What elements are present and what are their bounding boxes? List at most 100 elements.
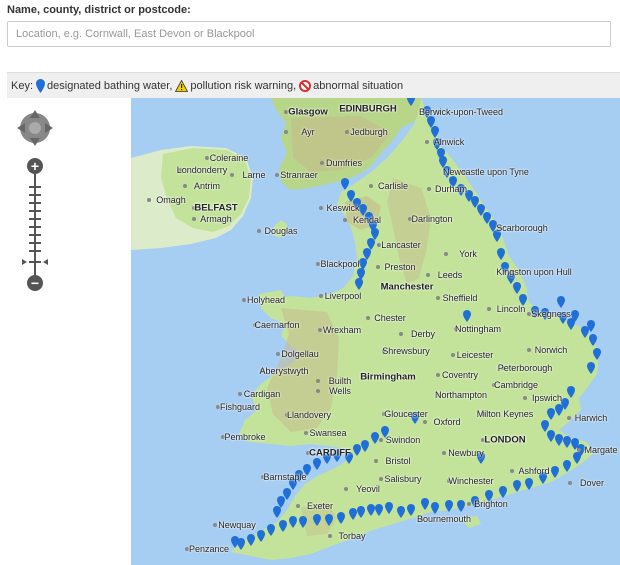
place-label: Oxford bbox=[433, 417, 461, 427]
zoom-tick bbox=[29, 234, 41, 236]
place-dot bbox=[316, 379, 320, 383]
location-search-input[interactable] bbox=[7, 21, 611, 47]
bathing-water-pin-icon[interactable] bbox=[353, 444, 361, 456]
zoom-tick bbox=[29, 218, 41, 220]
place-label: Preston bbox=[384, 262, 416, 272]
zoom-slider-handle[interactable] bbox=[22, 257, 48, 267]
bathing-water-pin-icon[interactable] bbox=[231, 536, 239, 548]
place-label: Bournemouth bbox=[416, 514, 472, 524]
zoom-tick bbox=[29, 250, 41, 252]
bathing-water-pin-icon[interactable] bbox=[313, 458, 321, 470]
map-key: Key: designated bathing water, pollution… bbox=[7, 72, 620, 98]
bathing-water-pin-icon[interactable] bbox=[571, 310, 579, 322]
bathing-water-pin-icon[interactable] bbox=[325, 514, 333, 526]
bathing-water-pin-icon[interactable] bbox=[457, 500, 465, 512]
place-dot bbox=[320, 161, 324, 165]
place-label: EDINBURGH bbox=[339, 103, 397, 115]
place-label: CARDIFF bbox=[309, 447, 351, 459]
bathing-water-pin-icon[interactable] bbox=[407, 98, 415, 106]
place-label: Scarborough bbox=[496, 223, 548, 233]
bathing-water-pin-icon[interactable] bbox=[547, 430, 555, 442]
bathing-water-pin-icon[interactable] bbox=[385, 502, 393, 514]
place-label: Fishguard bbox=[219, 402, 261, 412]
bathing-water-pin-icon[interactable] bbox=[555, 404, 563, 416]
place-dot bbox=[366, 316, 370, 320]
bathing-water-pin-icon[interactable] bbox=[587, 362, 595, 374]
bathing-water-pin-icon[interactable] bbox=[497, 248, 505, 260]
bathing-water-pin-icon[interactable] bbox=[563, 436, 571, 448]
place-label: Wells bbox=[329, 386, 351, 396]
bathing-water-pin-icon[interactable] bbox=[513, 282, 521, 294]
map-area[interactable]: EDINBURGH Berwick-upon-Tweed Glasgow Ayr Jed… bbox=[131, 98, 620, 565]
bathing-water-pin-icon[interactable] bbox=[367, 504, 375, 516]
place-dot bbox=[527, 348, 531, 352]
place-label: York bbox=[459, 249, 477, 259]
bathing-water-pin-icon[interactable] bbox=[407, 504, 415, 516]
bathing-water-pin-icon[interactable] bbox=[397, 506, 405, 518]
place-label: Alnwick bbox=[433, 137, 465, 147]
place-label: Exeter bbox=[306, 501, 334, 511]
bathing-water-pin-icon[interactable] bbox=[257, 530, 265, 542]
bathing-water-pin-icon[interactable] bbox=[573, 452, 581, 464]
bathing-water-pin-icon[interactable] bbox=[349, 508, 357, 520]
place-dot bbox=[567, 416, 571, 420]
bathing-water-pin-icon[interactable] bbox=[371, 432, 379, 444]
bathing-water-pin-icon[interactable] bbox=[361, 440, 369, 452]
place-label: Cambridge bbox=[493, 380, 539, 390]
place-dot bbox=[577, 448, 581, 452]
place-label: Wrexham bbox=[322, 325, 362, 335]
place-dot bbox=[425, 140, 429, 144]
place-label: Swindon bbox=[385, 435, 421, 445]
place-label: Birmingham bbox=[360, 371, 416, 383]
bathing-water-pin-icon[interactable] bbox=[355, 278, 363, 290]
bathing-water-pin-icon[interactable] bbox=[421, 498, 429, 510]
place-dot bbox=[296, 504, 300, 508]
bathing-water-pin-icon[interactable] bbox=[463, 310, 471, 322]
place-label: Margate bbox=[584, 445, 618, 455]
place-label: Penzance bbox=[188, 544, 230, 554]
bathing-water-pin-icon[interactable] bbox=[589, 334, 597, 346]
zoom-tick bbox=[29, 202, 41, 204]
bathing-water-pin-icon[interactable] bbox=[513, 480, 521, 492]
place-label: Holyhead bbox=[246, 295, 286, 305]
bathing-water-pin-icon[interactable] bbox=[337, 512, 345, 524]
bathing-water-pin-icon[interactable] bbox=[563, 460, 571, 472]
place-label: Swansea bbox=[309, 428, 347, 438]
bathing-water-pin-icon[interactable] bbox=[567, 386, 575, 398]
key-abnormal-label: abnormal situation bbox=[313, 79, 404, 92]
place-label: Newquay bbox=[218, 520, 256, 530]
bathing-water-pin-icon[interactable] bbox=[499, 486, 507, 498]
bathing-water-pin-icon[interactable] bbox=[279, 520, 287, 532]
bathing-water-pin-icon[interactable] bbox=[247, 534, 255, 546]
bathing-water-pin-icon[interactable] bbox=[557, 296, 565, 308]
bathing-water-pin-icon[interactable] bbox=[289, 516, 297, 528]
place-label: Dolgellau bbox=[281, 349, 319, 359]
place-label: Barnstaple bbox=[263, 472, 307, 482]
bathing-water-pin-icon[interactable] bbox=[375, 504, 383, 516]
place-dot bbox=[275, 173, 279, 177]
place-label: Harwich bbox=[574, 413, 608, 423]
bathing-water-pin-icon[interactable] bbox=[341, 178, 349, 190]
bathing-water-pin-icon[interactable] bbox=[267, 524, 275, 536]
key-prefix: Key: bbox=[11, 79, 34, 92]
place-label: Builth bbox=[328, 376, 352, 386]
place-label: LONDON bbox=[484, 434, 526, 446]
place-label: Leicester bbox=[456, 350, 494, 360]
place-label: Ayr bbox=[301, 127, 315, 137]
bathing-water-pin-icon[interactable] bbox=[593, 348, 601, 360]
bathing-water-pin-icon[interactable] bbox=[313, 514, 321, 526]
zoom-out-button[interactable]: − bbox=[27, 275, 43, 291]
bathing-water-pin-icon[interactable] bbox=[431, 502, 439, 514]
place-label: Sheffield bbox=[442, 293, 478, 303]
zoom-in-button[interactable]: + bbox=[27, 158, 43, 174]
bathing-water-pin-icon[interactable] bbox=[551, 466, 559, 478]
bathing-water-pin-icon[interactable] bbox=[555, 434, 563, 446]
bathing-water-pin-icon[interactable] bbox=[547, 408, 555, 420]
bathing-water-pin-icon[interactable] bbox=[445, 500, 453, 512]
bathing-water-pin-icon[interactable] bbox=[525, 478, 533, 490]
bathing-water-pin-icon[interactable] bbox=[299, 516, 307, 528]
pollution-warning-icon bbox=[175, 79, 189, 92]
bathing-water-pin-icon[interactable] bbox=[587, 320, 595, 332]
pan-control[interactable] bbox=[15, 108, 55, 148]
bathing-water-pin-icon[interactable] bbox=[357, 506, 365, 518]
